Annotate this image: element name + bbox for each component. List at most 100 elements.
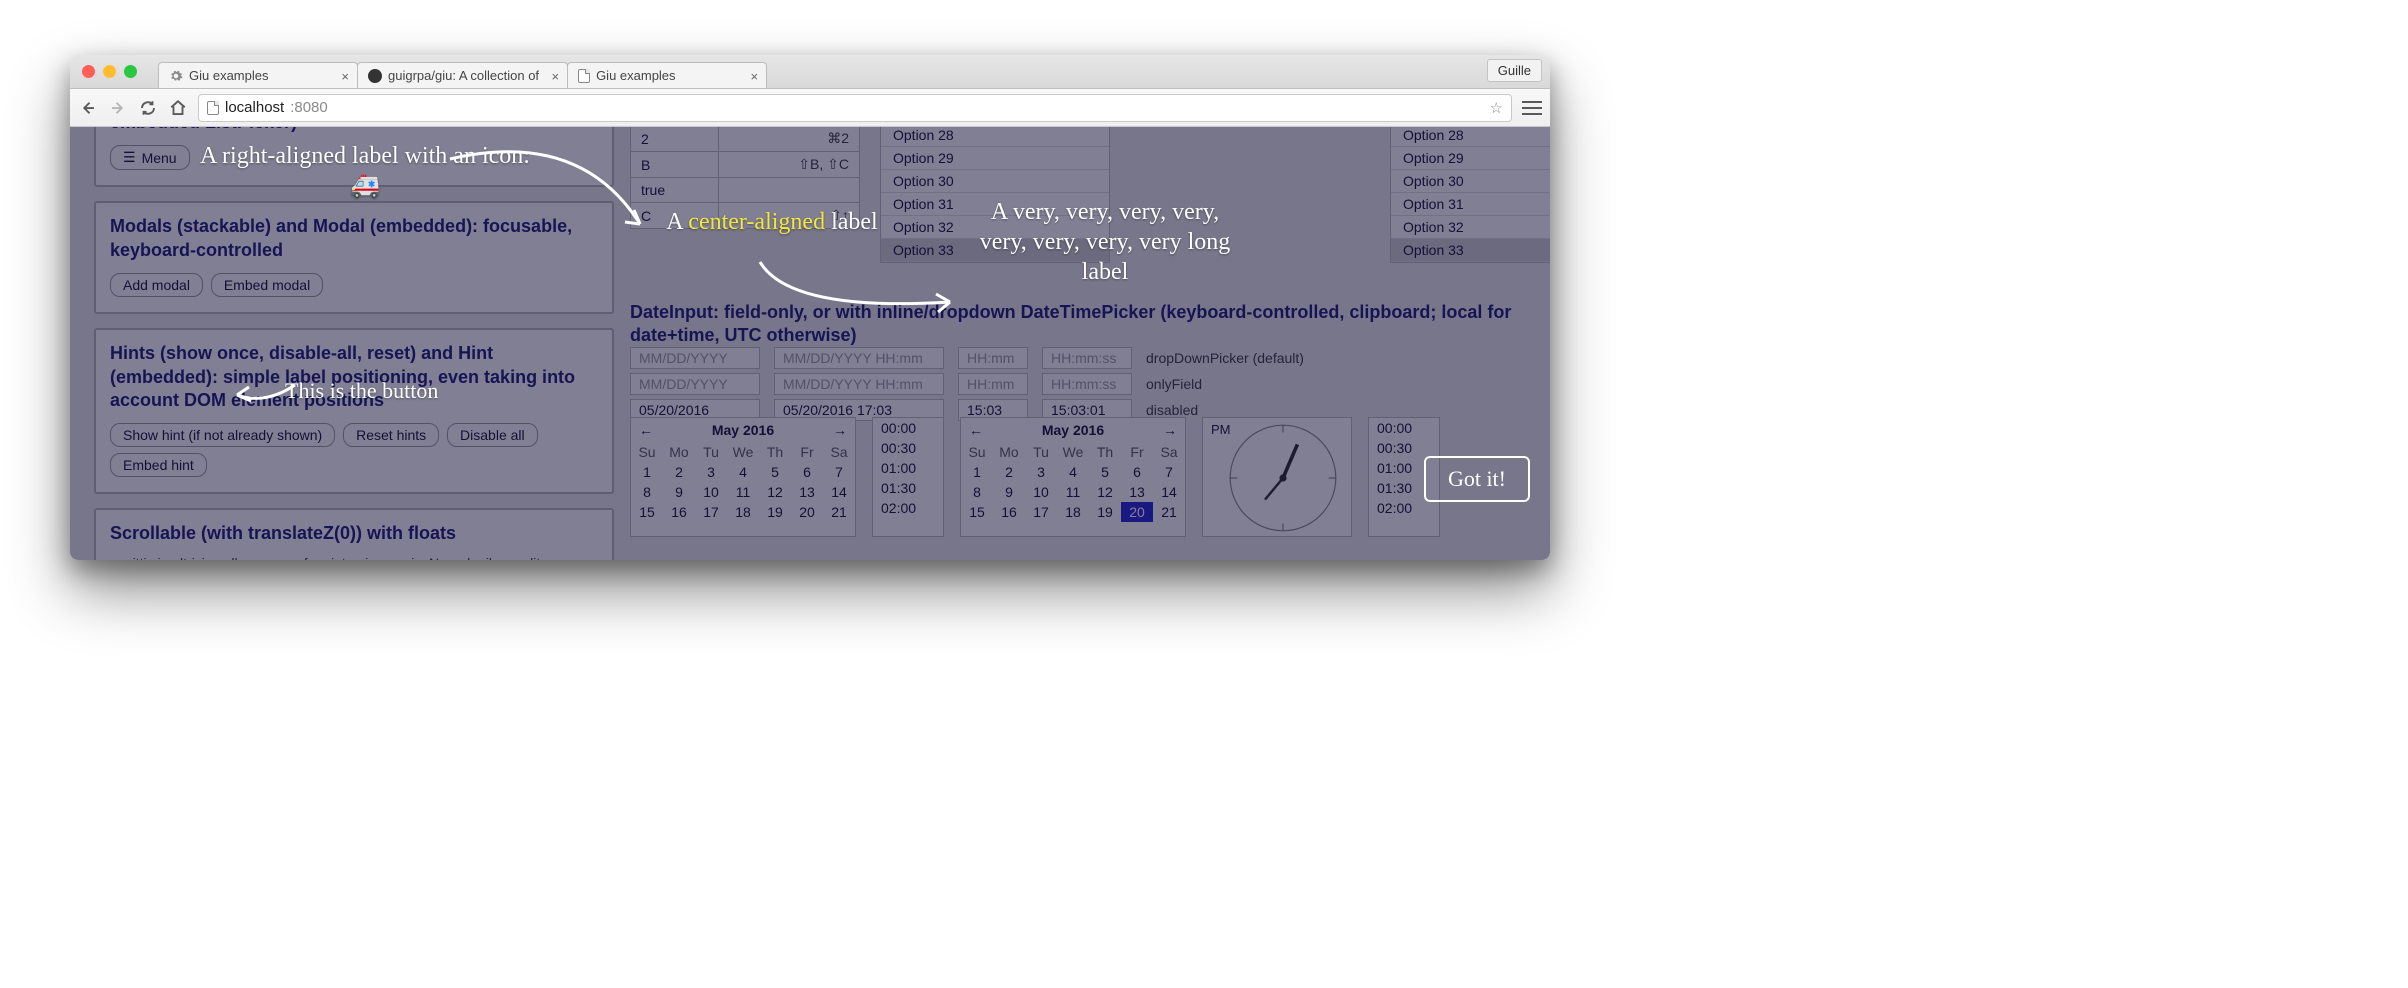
shortcut-row[interactable]: C⇧↑ [631,203,860,229]
prev-month-icon[interactable]: ← [639,422,653,438]
list-item[interactable]: Option 33 [1391,239,1550,262]
calendar-day[interactable]: 2 [663,462,695,482]
calendar-day[interactable]: 12 [759,482,791,502]
calendar-day[interactable]: 7 [1153,462,1185,482]
tab-3[interactable]: Giu examples × [567,62,767,88]
calendar-day[interactable]: 14 [1153,482,1185,502]
time-option[interactable]: 00:00 [1369,418,1439,438]
date-placeholder[interactable]: MM/DD/YYYY [630,373,760,395]
calendar-day[interactable]: 10 [695,482,727,502]
embed-modal-button[interactable]: Embed modal [211,273,323,297]
calendar-day[interactable]: 4 [1057,462,1089,482]
calendar-day[interactable]: 17 [695,502,727,522]
shortcut-row[interactable]: B⇧B, ⇧C [631,152,860,178]
next-month-icon[interactable]: → [833,422,847,438]
calendar-day[interactable]: 16 [993,502,1025,522]
time-option[interactable]: 01:00 [873,458,943,478]
calendar-day[interactable]: 7 [823,462,855,482]
next-month-icon[interactable]: → [1163,422,1177,438]
add-modal-button[interactable]: Add modal [110,273,203,297]
calendar-day[interactable]: 3 [695,462,727,482]
list-item[interactable]: Option 33 [881,239,1109,262]
list-item[interactable]: Option 28 [1391,127,1550,147]
list-item[interactable]: Option 29 [1391,147,1550,170]
calendar-day[interactable]: 15 [961,502,993,522]
calendar-day[interactable]: 19 [1089,502,1121,522]
tab-2[interactable]: guigrpa/giu: A collection of × [357,62,568,88]
minimize-window-icon[interactable] [103,65,116,78]
time-option[interactable]: 01:30 [873,478,943,498]
time-option[interactable]: 00:30 [1369,438,1439,458]
datetime-placeholder[interactable]: MM/DD/YYYY HH:mm [774,373,944,395]
list-item[interactable]: Option 32 [1391,216,1550,239]
prev-month-icon[interactable]: ← [969,422,983,438]
calendar-day[interactable]: 16 [663,502,695,522]
hms-placeholder[interactable]: HH:mm:ss [1042,347,1132,369]
list-item[interactable]: Option 31 [1391,193,1550,216]
datetime-placeholder[interactable]: MM/DD/YYYY HH:mm [774,347,944,369]
calendar-day[interactable]: 11 [727,482,759,502]
time-list-1[interactable]: 00:0000:3001:0001:3002:00 [872,417,944,537]
disable-all-button[interactable]: Disable all [447,423,538,447]
calendar-day[interactable]: 13 [1121,482,1153,502]
calendar-day[interactable]: 9 [993,482,1025,502]
reset-hints-button[interactable]: Reset hints [343,423,439,447]
hm-placeholder[interactable]: HH:mm [958,373,1028,395]
shortcut-row[interactable]: true [631,178,860,203]
back-icon[interactable] [78,98,98,118]
list-item[interactable]: Option 28 [881,127,1109,147]
url-bar[interactable]: localhost:8080 ☆ [198,94,1512,122]
calendar-day[interactable]: 10 [1025,482,1057,502]
calendar-day[interactable]: 18 [727,502,759,522]
list-item[interactable]: Option 32 [881,216,1109,239]
option-list-2[interactable]: Option 28Option 29Option 30Option 31Opti… [1390,127,1550,263]
calendar-1[interactable]: ←May 2016→ SuMoTuWeThFrSa123456789101112… [630,417,856,537]
calendar-day[interactable]: 21 [823,502,855,522]
close-window-icon[interactable] [82,65,95,78]
calendar-day[interactable]: 4 [727,462,759,482]
calendar-day[interactable]: 6 [791,462,823,482]
calendar-2[interactable]: ←May 2016→ SuMoTuWeThFrSa123456789101112… [960,417,1186,537]
menu-button[interactable]: Menu [110,145,190,170]
list-item[interactable]: Option 30 [1391,170,1550,193]
tab-1[interactable]: Giu examples × [158,62,358,88]
calendar-day[interactable]: 9 [663,482,695,502]
hm-placeholder[interactable]: HH:mm [958,347,1028,369]
calendar-day[interactable]: 17 [1025,502,1057,522]
analog-clock[interactable]: PM [1202,417,1352,537]
show-hint-button[interactable]: Show hint (if not already shown) [110,423,335,447]
calendar-day[interactable]: 15 [631,502,663,522]
calendar-day[interactable]: 14 [823,482,855,502]
embed-hint-button[interactable]: Embed hint [110,453,207,477]
calendar-day[interactable]: 1 [631,462,663,482]
time-option[interactable]: 00:00 [873,418,943,438]
calendar-day[interactable]: 11 [1057,482,1089,502]
calendar-day[interactable]: 20 [1121,502,1153,522]
close-tab-icon[interactable]: × [750,69,758,84]
calendar-day[interactable]: 6 [1121,462,1153,482]
hms-placeholder[interactable]: HH:mm:ss [1042,373,1132,395]
calendar-day[interactable]: 12 [1089,482,1121,502]
calendar-day[interactable]: 8 [631,482,663,502]
calendar-day[interactable]: 1 [961,462,993,482]
time-option[interactable]: 00:30 [873,438,943,458]
calendar-day[interactable]: 19 [759,502,791,522]
calendar-day[interactable]: 2 [993,462,1025,482]
list-item[interactable]: Option 29 [881,147,1109,170]
shortcut-row[interactable]: 2⌘2 [631,127,860,152]
calendar-day[interactable]: 8 [961,482,993,502]
got-it-button[interactable]: Got it! [1424,456,1530,502]
calendar-day[interactable]: 18 [1057,502,1089,522]
calendar-day[interactable]: 13 [791,482,823,502]
profile-button[interactable]: Guille [1487,59,1542,82]
home-icon[interactable] [168,98,188,118]
time-option[interactable]: 02:00 [873,498,943,518]
date-placeholder[interactable]: MM/DD/YYYY [630,347,760,369]
reload-icon[interactable] [138,98,158,118]
close-tab-icon[interactable]: × [551,69,559,84]
close-tab-icon[interactable]: × [341,69,349,84]
calendar-day[interactable]: 21 [1153,502,1185,522]
menu-icon[interactable] [1522,98,1542,118]
forward-icon[interactable] [108,98,128,118]
list-item[interactable]: Option 30 [881,170,1109,193]
